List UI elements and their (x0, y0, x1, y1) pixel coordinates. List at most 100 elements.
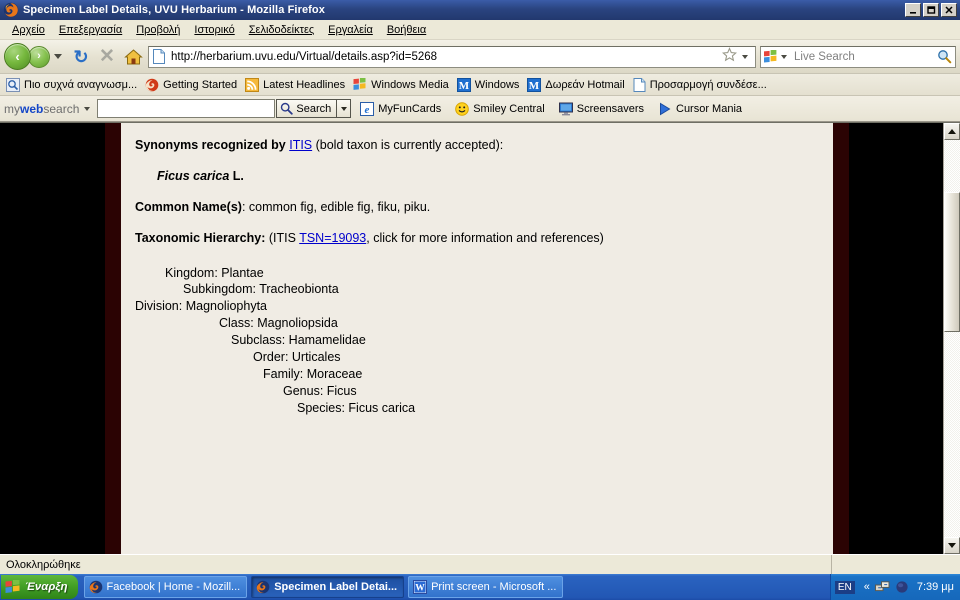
stop-button[interactable]: ✕ (94, 44, 120, 70)
taskbar: Έναρξη Facebook | Home - Mozill... Speci… (0, 574, 960, 600)
mywebsearch-input[interactable] (97, 99, 276, 118)
start-button[interactable]: Έναρξη (1, 575, 78, 599)
search-bar[interactable]: Live Search (760, 45, 956, 68)
taskbar-item-specimen-label-details[interactable]: Specimen Label Detai... (251, 576, 405, 598)
minimize-button[interactable] (905, 3, 921, 17)
menu-label-view: Προβολή (136, 23, 181, 36)
mywebsearch-search-dropdown[interactable] (337, 99, 352, 118)
tsn-link[interactable]: TSN=19093 (299, 231, 366, 245)
menu-item-tools[interactable]: Εργαλεία (322, 22, 381, 38)
toolbar-item-screensavers[interactable]: Screensavers (554, 102, 649, 116)
menu-label-tools: Εργαλεία (328, 23, 373, 36)
rank-line: Genus: Ficus (283, 383, 357, 398)
toolbar-item-smiley-central[interactable]: Smiley Central (450, 101, 550, 116)
close-button[interactable] (941, 3, 957, 17)
logo-mid: web (20, 101, 44, 116)
hierarchy-suffix: , click for more information and referen… (366, 230, 604, 245)
page-left-margin (0, 123, 105, 554)
back-history-dropdown-icon[interactable] (54, 54, 62, 59)
svg-text:M: M (459, 80, 470, 92)
menu-label-edit: Επεξεργασία (58, 23, 123, 36)
bookmark-hotmail[interactable]: M Δωρεάν Hotmail (524, 77, 629, 93)
bookmark-most-visited[interactable]: Πιο συχνά αναγνωσμ... (3, 77, 142, 93)
menu-item-file[interactable]: Αρχείο (6, 22, 53, 38)
vertical-scrollbar[interactable] (943, 123, 960, 554)
firefox-window: Specimen Label Details, UVU Herbarium - … (0, 0, 960, 600)
msn-icon: M (456, 77, 471, 92)
menu-item-edit[interactable]: Επεξεργασία (53, 22, 130, 38)
bookmark-windows[interactable]: M Windows (454, 77, 525, 93)
navigation-toolbar: ‹ › ↻ ✕ http://herbarium.uvu.edu/Virtual… (0, 40, 960, 74)
scroll-down-button[interactable] (944, 537, 960, 554)
rank-line: Family: Moraceae (263, 366, 363, 381)
window-controls (905, 3, 958, 17)
back-button[interactable]: ‹ (4, 43, 31, 70)
mywebsearch-dropdown-icon[interactable] (84, 106, 91, 111)
synonyms-suffix: (bold taxon is currently accepted): (312, 138, 504, 152)
taskbar-item-facebook[interactable]: Facebook | Home - Mozill... (83, 576, 248, 598)
menu-label-bookmarks: Σελιδοδείκτες (248, 23, 315, 36)
toolbar-item-label: MyFunCards (378, 102, 442, 115)
myfuncards-icon: e (360, 101, 375, 116)
taskbar-item-print-screen[interactable]: W Print screen - Microsoft ... (408, 576, 564, 598)
menu-item-history[interactable]: Ιστορικό (188, 22, 242, 38)
bookmark-getting-started[interactable]: Getting Started (142, 77, 242, 93)
forward-button[interactable]: › (28, 45, 50, 68)
accepted-taxon: Ficus carica L. (157, 168, 833, 185)
msn-icon: M (527, 77, 542, 92)
bookmark-label: Latest Headlines (263, 78, 346, 91)
address-bar[interactable]: http://herbarium.uvu.edu/Virtual/details… (148, 45, 756, 68)
rank-line: Kingdom: Plantae (165, 265, 264, 280)
firefox-icon (89, 580, 103, 594)
svg-text:e: e (365, 104, 370, 116)
itis-link[interactable]: ITIS (289, 138, 312, 152)
windows-live-icon[interactable] (763, 49, 778, 64)
hierarchy-item-genus: Genus: Ficus (283, 383, 833, 400)
search-go-icon[interactable] (937, 49, 952, 64)
bookmark-label: Windows (474, 78, 520, 91)
chevron-down-icon (340, 106, 347, 111)
reload-button[interactable]: ↻ (68, 44, 94, 70)
tray-expand-icon[interactable]: « (864, 581, 870, 593)
back-forward-group: ‹ › (4, 43, 68, 70)
volume-icon[interactable] (895, 580, 909, 594)
status-text: Ολοκληρώθηκε (0, 555, 832, 574)
reload-icon: ↻ (73, 46, 89, 67)
web-page: Synonyms recognized by ITIS (bold taxon … (0, 123, 943, 554)
bookmark-latest-headlines[interactable]: Latest Headlines (242, 77, 350, 93)
network-icon[interactable] (874, 580, 890, 594)
svg-text:M: M (529, 80, 540, 92)
scrollbar-track[interactable] (944, 140, 960, 537)
menu-item-help[interactable]: Βοήθεια (381, 22, 434, 38)
language-indicator[interactable]: EN (834, 580, 855, 594)
scroll-up-button[interactable] (944, 123, 960, 140)
stop-icon: ✕ (99, 46, 115, 67)
bookmark-customize-links[interactable]: Προσαρμογή συνδέσε... (630, 77, 772, 93)
url-text: http://herbarium.uvu.edu/Virtual/details… (171, 50, 438, 63)
firefox-icon (3, 2, 19, 18)
bookmark-star-icon[interactable] (721, 46, 738, 67)
maximize-button[interactable] (923, 3, 939, 17)
common-names-row: Common Name(s): common fig, edible fig, … (135, 199, 833, 216)
search-input[interactable]: Live Search (791, 51, 937, 63)
logo-prefix: my (4, 101, 20, 116)
menu-item-bookmarks[interactable]: Σελιδοδείκτες (243, 22, 322, 38)
hierarchy-item-subkingdom: Subkingdom: Tracheobionta (183, 281, 833, 298)
address-dropdown-icon[interactable] (742, 54, 748, 59)
toolbar-item-myfuncards[interactable]: e MyFunCards (355, 101, 446, 116)
home-button[interactable] (120, 44, 146, 70)
hierarchy-item-family: Family: Moraceae (263, 366, 833, 383)
taskbar-item-label: Specimen Label Detai... (274, 581, 398, 593)
bookmarks-toolbar: Πιο συχνά αναγνωσμ... Getting Started La… (0, 74, 960, 96)
synonyms-label: Synonyms recognized by (135, 138, 290, 152)
triangle-up-icon (948, 129, 956, 134)
clock[interactable]: 7:39 μμ (917, 581, 954, 593)
mywebsearch-search-button[interactable]: Search (276, 99, 338, 118)
smiley-icon (455, 101, 470, 116)
menu-item-view[interactable]: Προβολή (130, 22, 188, 38)
toolbar-item-cursor-mania[interactable]: Cursor Mania (653, 102, 747, 116)
search-engine-dropdown-icon[interactable] (781, 54, 787, 59)
scrollbar-thumb[interactable] (944, 192, 960, 332)
bookmark-windows-media[interactable]: Windows Media (350, 77, 454, 92)
rank-line: Subkingdom: Tracheobionta (183, 282, 339, 297)
